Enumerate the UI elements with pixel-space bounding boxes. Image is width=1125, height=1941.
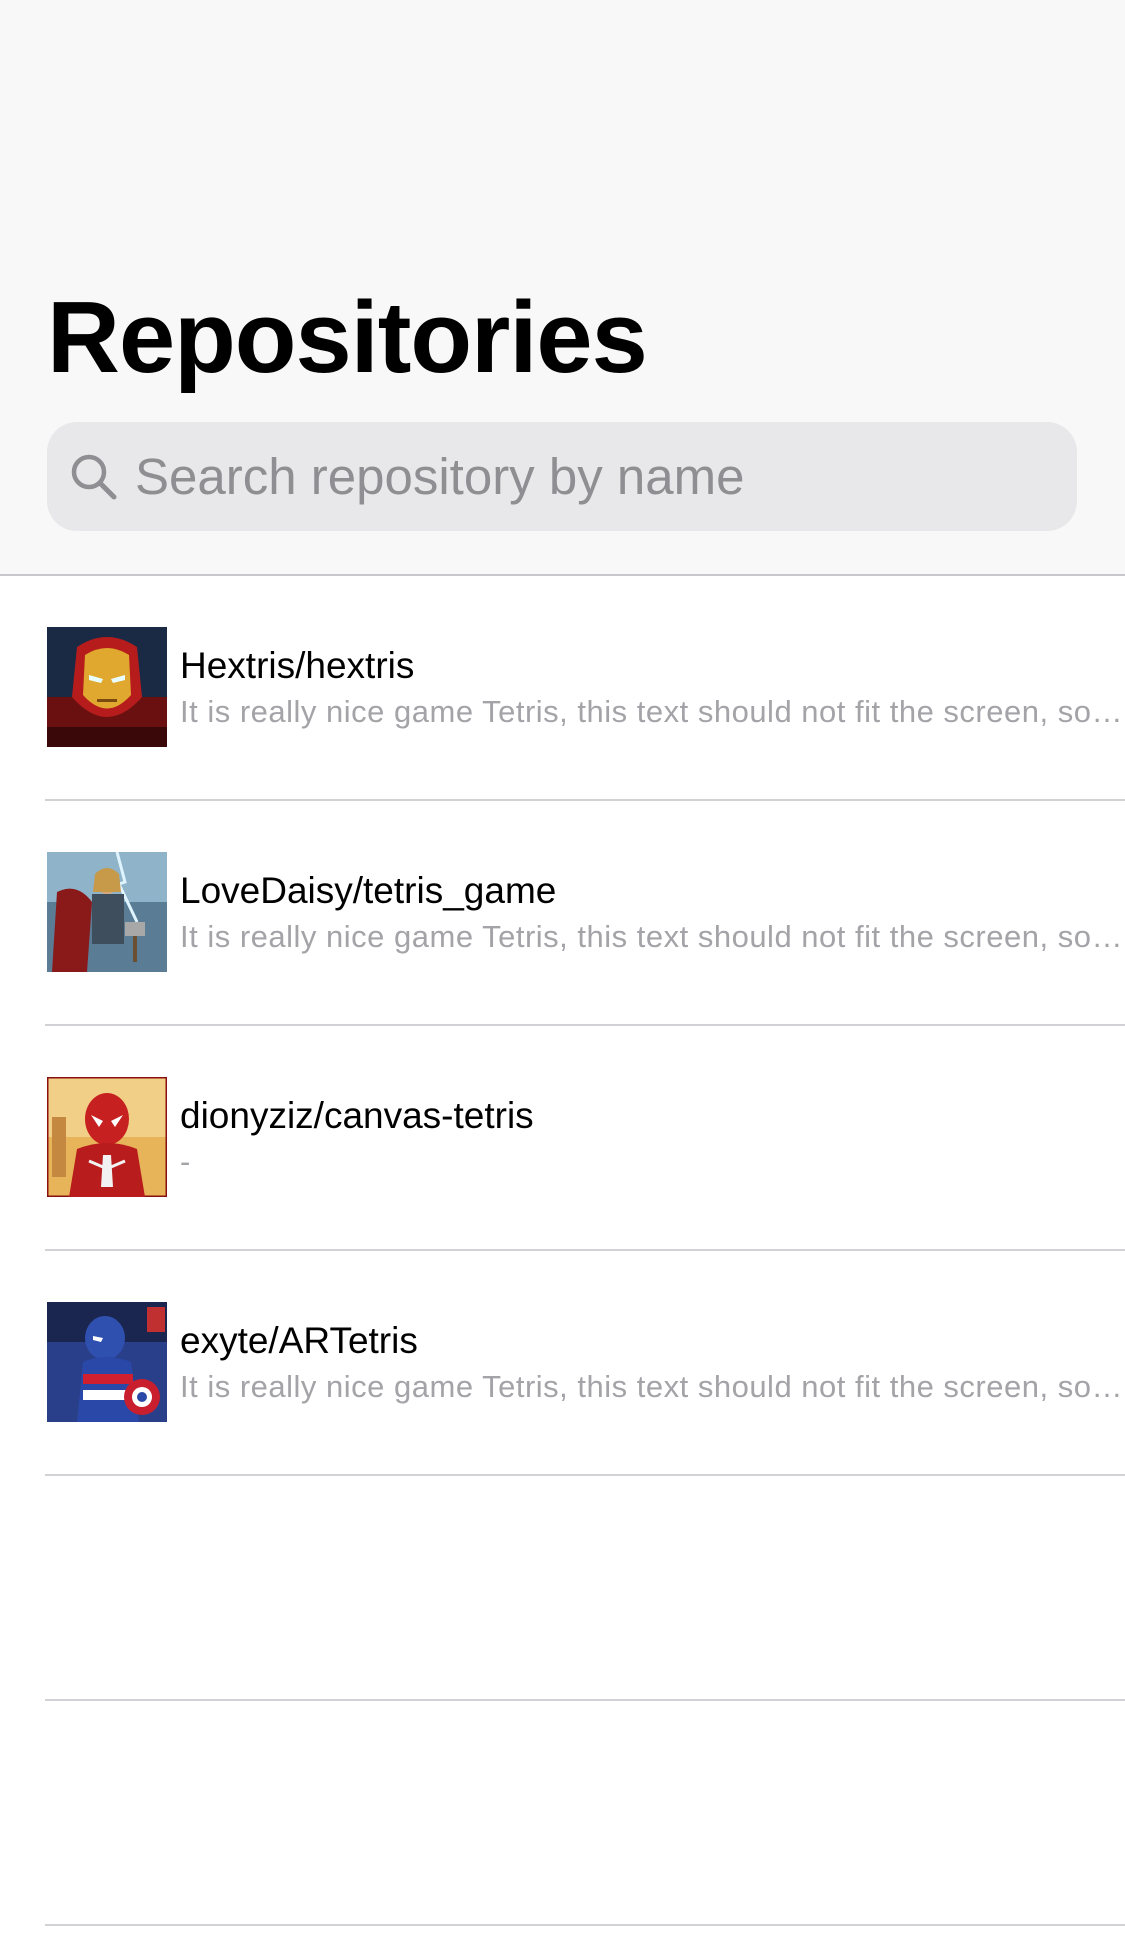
repository-description: It is really nice game Tetris, this text… [180, 919, 1125, 954]
empty-row [0, 1476, 1125, 1701]
spider-man-avatar [47, 1077, 167, 1197]
repository-list: Hextris/hextris It is really nice game T… [0, 576, 1125, 1926]
repository-name: Hextris/hextris [180, 645, 415, 686]
repositories-screen: Repositories Search repository by name H… [0, 0, 1125, 1941]
repository-row-artetris[interactable]: exyte/ARTetris It is really nice game Te… [0, 1251, 1125, 1476]
search-bar[interactable] [47, 422, 1077, 531]
captain-america-avatar [47, 1302, 167, 1422]
search-input[interactable] [135, 422, 1055, 531]
repository-description: It is really nice game Tetris, this text… [180, 1369, 1125, 1404]
repository-row-tetris-game[interactable]: LoveDaisy/tetris_game It is really nice … [0, 801, 1125, 1026]
repository-name: dionyziz/canvas-tetris [180, 1095, 534, 1136]
empty-row [0, 1701, 1125, 1926]
iron-man-avatar [47, 627, 167, 747]
repository-name: LoveDaisy/tetris_game [180, 870, 557, 911]
page-title: Repositories [47, 282, 648, 394]
repository-description: It is really nice game Tetris, this text… [180, 694, 1125, 729]
repository-description: - [180, 1144, 191, 1179]
repository-name: exyte/ARTetris [180, 1320, 418, 1361]
thor-avatar [47, 852, 167, 972]
navigation-header: Repositories [0, 0, 1125, 576]
row-separator [45, 1924, 1125, 1926]
repository-row-canvas-tetris[interactable]: dionyziz/canvas-tetris - [0, 1026, 1125, 1251]
repository-row-hextris[interactable]: Hextris/hextris It is really nice game T… [0, 576, 1125, 801]
search-icon [69, 452, 119, 502]
